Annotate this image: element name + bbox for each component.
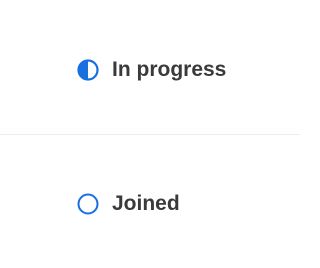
status-option-in-progress[interactable]: In progress xyxy=(0,0,300,134)
half-filled-circle-icon xyxy=(77,59,99,81)
status-label: In progress xyxy=(112,58,227,81)
empty-circle-icon xyxy=(77,193,99,215)
status-label: Joined xyxy=(112,192,180,215)
status-list: In progress Joined xyxy=(0,0,300,268)
status-option-joined[interactable]: Joined xyxy=(0,135,300,268)
